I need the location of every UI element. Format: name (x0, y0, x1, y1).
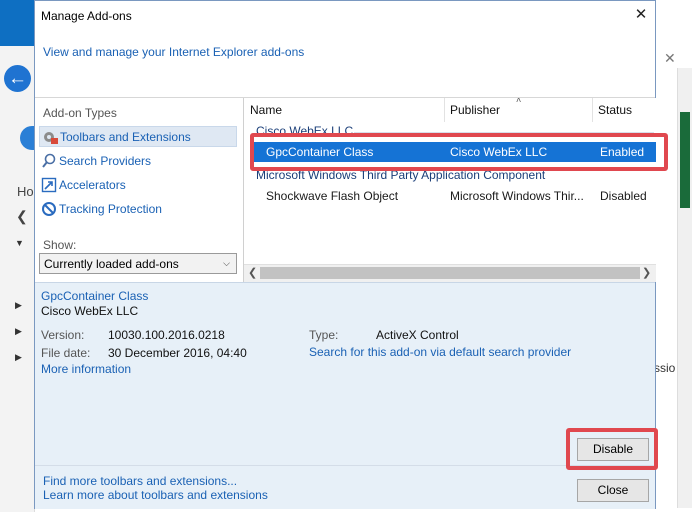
chevron-left-icon[interactable]: ❮ (16, 208, 28, 225)
addon-name-cell: Shockwave Flash Object (266, 189, 399, 203)
show-label: Show: (43, 238, 77, 252)
header-link[interactable]: View and manage your Internet Explorer a… (43, 45, 304, 59)
addon-types-pane: Add-on Types Toolbars and Extensions Sea… (35, 98, 243, 282)
version-label: Version: (41, 328, 85, 342)
close-icon[interactable]: ✕ (631, 4, 651, 26)
sort-up-icon: ˄ (516, 98, 522, 105)
dialog-footer: Find more toolbars and extensions... Lea… (35, 465, 655, 509)
column-header-status[interactable]: Status (592, 98, 656, 122)
expand-right-icon[interactable]: ▶ (15, 352, 22, 363)
details-publisher: Cisco WebEx LLC (41, 304, 139, 318)
group-header: Microsoft Windows Third Party Applicatio… (256, 168, 546, 182)
show-dropdown-value: Currently loaded add-ons (44, 257, 179, 271)
file-date-value: 30 December 2016, 04:40 (108, 346, 247, 360)
addon-type-accelerators[interactable]: Accelerators (39, 174, 237, 195)
accelerator-icon (41, 177, 57, 193)
type-value: ActiveX Control (376, 328, 459, 342)
details-addon-name[interactable]: GpcContainer Class (41, 289, 148, 303)
addon-types-label: Add-on Types (43, 106, 117, 120)
table-row[interactable]: Shockwave Flash Object Microsoft Windows… (252, 186, 656, 206)
addon-status-cell: Disabled (600, 189, 647, 203)
scrollbar-thumb[interactable] (260, 267, 640, 279)
search-addon-link[interactable]: Search for this add-on via default searc… (309, 345, 571, 359)
addon-type-tracking-protection[interactable]: Tracking Protection (39, 198, 237, 219)
table-row[interactable]: GpcContainer Class Cisco WebEx LLC Enabl… (252, 142, 656, 162)
addon-type-label: Search Providers (59, 153, 152, 168)
back-arrow-icon[interactable]: ← (4, 65, 31, 92)
addon-type-search-providers[interactable]: Search Providers (39, 150, 237, 171)
expand-down-icon[interactable]: ▼ (15, 238, 24, 248)
expand-right-icon[interactable]: ▶ (15, 326, 22, 337)
addon-type-toolbars[interactable]: Toolbars and Extensions (39, 126, 237, 147)
find-more-toolbars-link[interactable]: Find more toolbars and extensions... (43, 474, 237, 488)
addon-name-cell: GpcContainer Class (266, 145, 374, 159)
more-information-link[interactable]: More information (41, 362, 131, 376)
vertical-scrollbar[interactable] (677, 68, 692, 508)
background-ho-text: Ho (17, 184, 34, 199)
details-panel: GpcContainer Class Cisco WebEx LLC Versi… (35, 282, 655, 466)
addon-type-label: Toolbars and Extensions (60, 129, 191, 144)
no-entry-icon (41, 201, 57, 217)
background-ssio-text: ssio (654, 361, 676, 375)
addon-publisher-cell: Cisco WebEx LLC (450, 145, 548, 159)
file-date-label: File date: (41, 346, 91, 360)
version-value: 10030.100.2016.0218 (108, 328, 225, 342)
manage-addons-dialog: Manage Add-ons ✕ View and manage your In… (34, 0, 656, 509)
search-icon (41, 153, 57, 169)
group-divider (354, 132, 654, 133)
scrollbar-thumb[interactable] (680, 112, 690, 208)
dialog-titlebar[interactable]: Manage Add-ons ✕ (35, 1, 655, 31)
chevron-down-icon: ⌵ (223, 258, 230, 268)
addon-type-label: Tracking Protection (59, 201, 162, 216)
addon-status-cell: Enabled (600, 145, 645, 159)
gear-toolbar-icon (42, 129, 58, 145)
close-icon[interactable]: ✕ (664, 50, 676, 67)
learn-more-toolbars-link[interactable]: Learn more about toolbars and extensions (43, 488, 268, 502)
addon-publisher-cell: Microsoft Windows Thir... (450, 189, 584, 203)
disable-button[interactable]: Disable (577, 438, 649, 461)
dialog-title: Manage Add-ons (41, 9, 132, 23)
scroll-left-icon[interactable]: ❮ (248, 266, 257, 279)
scroll-right-icon[interactable]: ❯ (642, 266, 651, 279)
horizontal-scrollbar[interactable]: ❮ ❯ (244, 264, 656, 282)
group-header: Cisco WebEx LLC (256, 124, 354, 138)
expand-right-icon[interactable]: ▶ (15, 300, 22, 311)
show-dropdown[interactable]: Currently loaded add-ons ⌵ (39, 253, 237, 274)
recycle-bin-icon (0, 0, 34, 46)
addon-list: Name Publisher ˄ Status Cisco WebEx LLC … (243, 98, 656, 282)
type-label: Type: (309, 328, 339, 342)
addon-type-label: Accelerators (59, 177, 126, 192)
column-header-name[interactable]: Name (244, 98, 444, 122)
close-button[interactable]: Close (577, 479, 649, 502)
